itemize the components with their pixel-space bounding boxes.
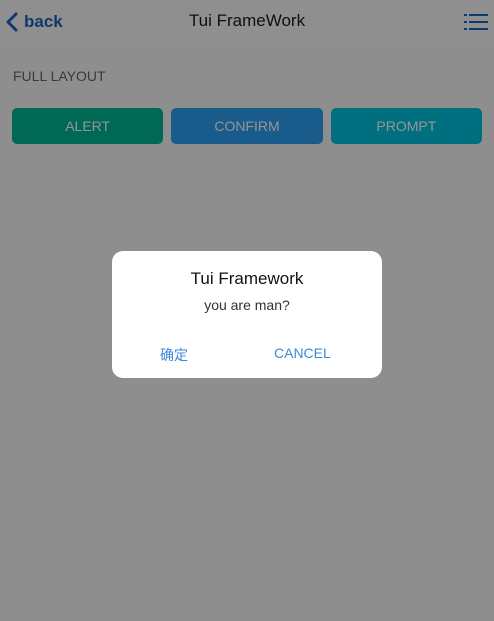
dialog-cancel-button[interactable]: CANCEL <box>274 345 331 361</box>
dialog-title: Tui Framework <box>190 269 304 288</box>
dialog-message: you are man? <box>204 297 290 313</box>
dialog-ok-button[interactable]: 确定 <box>160 345 188 365</box>
confirm-dialog: Tui Framework you are man? 确定 CANCEL <box>112 251 382 378</box>
dialog-actions: 确定 CANCEL <box>112 345 382 365</box>
